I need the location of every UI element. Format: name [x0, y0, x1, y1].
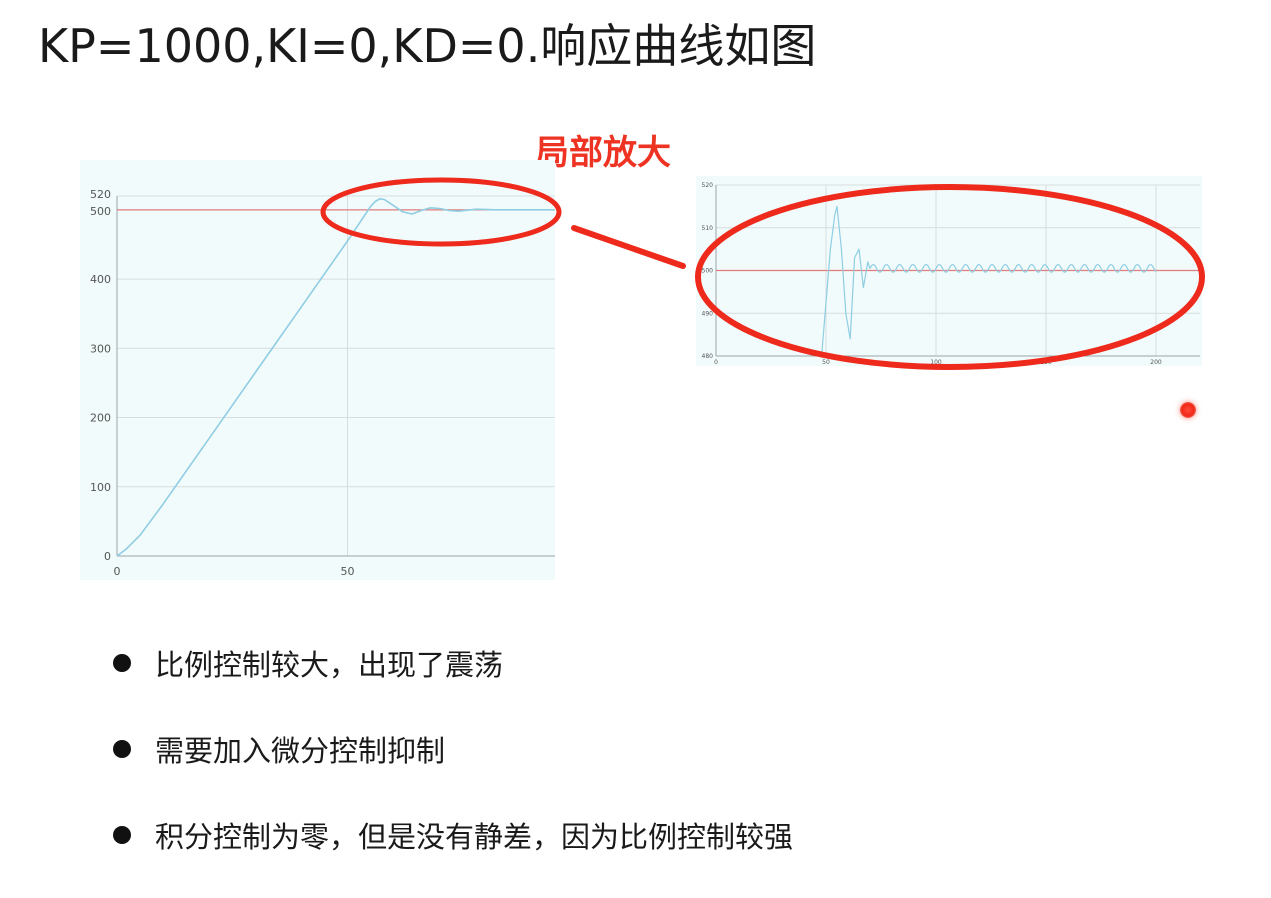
bullet-item: 积分控制为零，但是没有静差，因为比例控制较强	[110, 812, 1210, 856]
bullet-item: 比例控制较大，出现了震荡	[110, 640, 1210, 684]
bullet-text: 积分控制为零，但是没有静差，因为比例控制较强	[155, 814, 793, 856]
y-tick-label: 500	[702, 268, 714, 275]
y-tick-label: 510	[702, 225, 714, 232]
x-tick-label: 0	[114, 565, 121, 578]
connector-line	[574, 228, 683, 266]
y-tick-label: 490	[702, 310, 714, 317]
bullet-text: 需要加入微分控制抑制	[155, 728, 445, 770]
bullet-item: 需要加入微分控制抑制	[110, 726, 1210, 770]
laser-pointer-dot	[1180, 402, 1196, 418]
y-tick-label: 520	[90, 188, 111, 201]
y-tick-label: 400	[90, 273, 111, 286]
x-tick-label: 50	[822, 359, 830, 366]
bullet-dot-icon	[113, 654, 131, 672]
chart-background	[80, 160, 555, 580]
x-tick-label: 200	[1150, 359, 1162, 366]
y-tick-label: 500	[90, 205, 111, 218]
y-tick-label: 200	[90, 412, 111, 425]
bullet-list: 比例控制较大，出现了震荡 需要加入微分控制抑制 积分控制为零，但是没有静差，因为…	[110, 640, 1210, 898]
bullet-text: 比例控制较大，出现了震荡	[155, 642, 503, 684]
y-tick-label: 520	[702, 182, 714, 189]
bullet-dot-icon	[113, 740, 131, 758]
y-tick-label: 0	[104, 550, 111, 563]
y-tick-label: 100	[90, 481, 111, 494]
x-tick-label: 50	[341, 565, 355, 578]
y-tick-label: 480	[702, 353, 714, 360]
bullet-dot-icon	[113, 826, 131, 844]
y-tick-label: 300	[90, 342, 111, 355]
main-chart: 0 100 200 300 400 500 520 0 50	[80, 160, 555, 580]
x-tick-label: 0	[714, 359, 718, 366]
